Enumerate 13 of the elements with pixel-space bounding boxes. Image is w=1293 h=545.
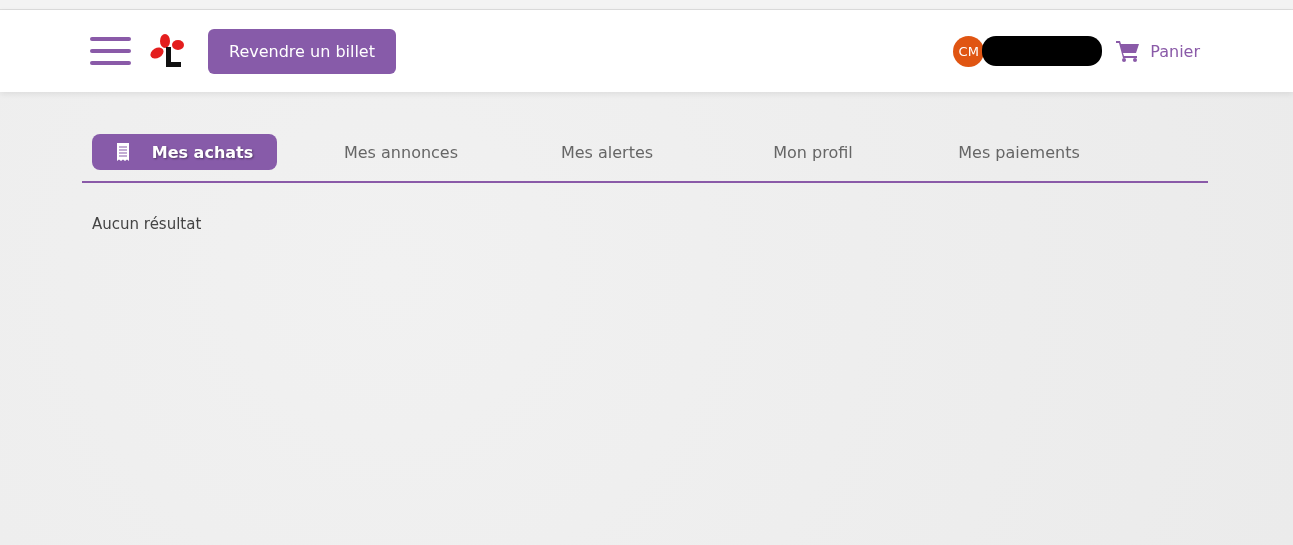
tab[interactable]: Mes annonces	[298, 134, 504, 170]
logo-icon[interactable]	[148, 33, 186, 69]
menu-button[interactable]	[90, 37, 131, 65]
user-avatar[interactable]: CM	[953, 35, 985, 67]
cart-link[interactable]: Panier	[1116, 40, 1200, 62]
tab[interactable]: Mes paiements	[916, 134, 1122, 170]
resell-ticket-button[interactable]: Revendre un billet	[208, 28, 396, 74]
tab[interactable]: Mon profil	[710, 134, 916, 170]
tab[interactable]: Mes alertes	[504, 134, 710, 170]
cart-icon	[1116, 40, 1141, 62]
receipt-icon	[115, 143, 130, 161]
tab[interactable]: Mes achats	[92, 134, 277, 170]
empty-message: Aucun résultat	[92, 215, 203, 233]
